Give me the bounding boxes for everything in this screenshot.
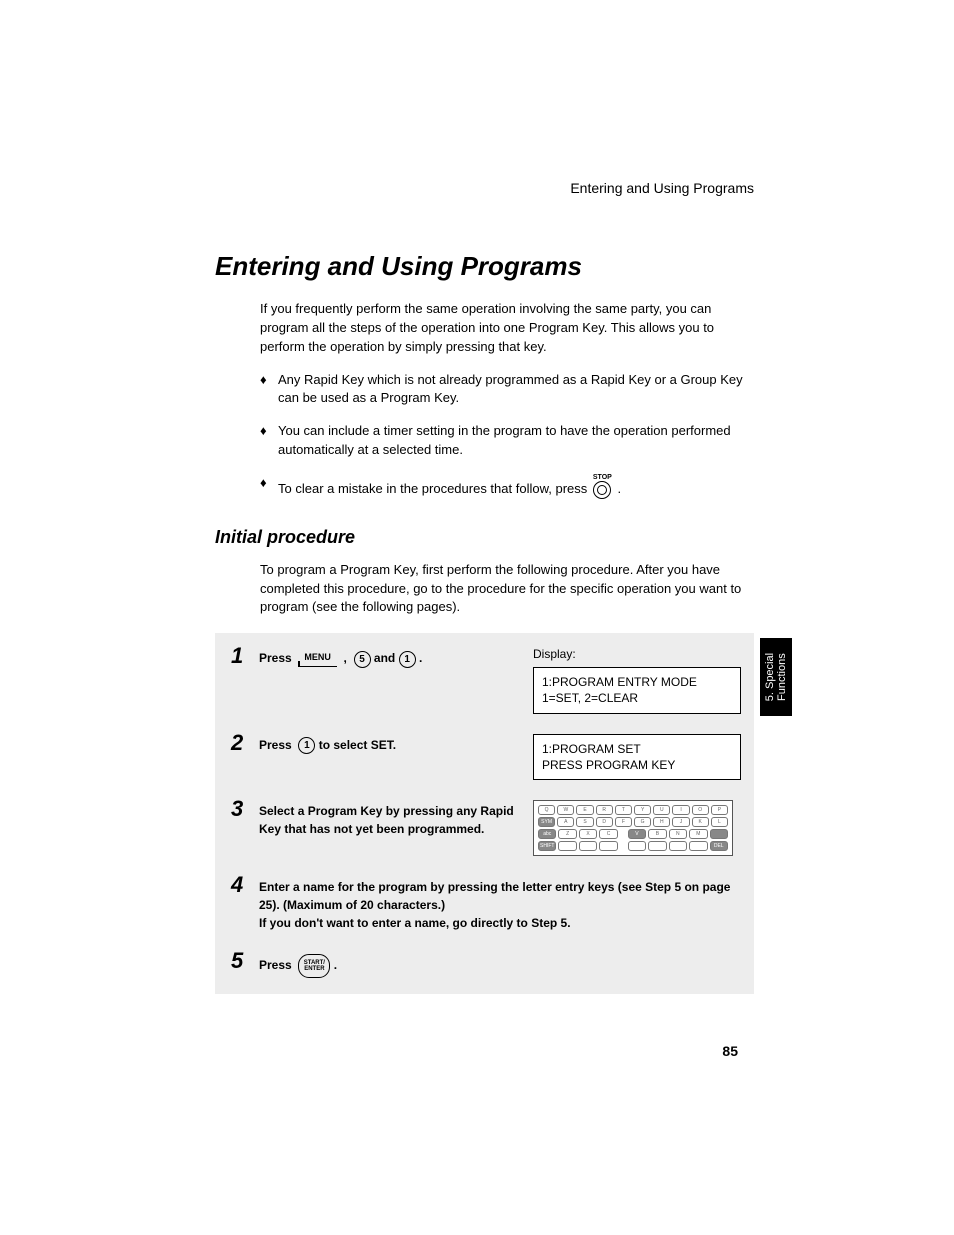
display-box: 1:PROGRAM ENTRY MODE 1=SET, 2=CLEAR — [533, 667, 741, 713]
menu-key-icon: MENU — [298, 651, 337, 667]
step-1: 1 Press MENU , 5 and 1 . Display: 1:PROG… — [231, 645, 738, 713]
step-body: Press MENU , 5 and 1 . — [259, 645, 533, 667]
rapid-key-keyboard-icon: QWERTYUIOP SYMASDFGHJKL abcZXCVBNM SHIFT… — [533, 800, 733, 856]
period: . — [419, 651, 422, 665]
step-display-area: Display: 1:PROGRAM ENTRY MODE 1=SET, 2=C… — [533, 645, 738, 713]
step-2: 2 Press 1 to select SET. 1:PROGRAM SET P… — [231, 732, 738, 780]
stop-key-icon: STOP — [593, 474, 612, 505]
side-tab-line1: 5. Special — [764, 653, 776, 701]
key-5-icon: 5 — [354, 651, 371, 668]
press-word: Press — [259, 738, 292, 752]
bullet-text-part: To clear a mistake in the procedures tha… — [278, 481, 587, 496]
bullet-text: You can include a timer setting in the p… — [278, 422, 754, 460]
intro-paragraph: If you frequently perform the same opera… — [260, 300, 754, 357]
press-word: Press — [259, 651, 292, 665]
bullet-list: ♦ Any Rapid Key which is not already pro… — [260, 371, 754, 505]
bullet-item: ♦ To clear a mistake in the procedures t… — [260, 474, 754, 505]
enter-key-line2: ENTER — [304, 966, 324, 972]
page-number: 85 — [722, 1043, 738, 1059]
step-body: Select a Program Key by pressing any Rap… — [259, 798, 533, 838]
step-number: 2 — [231, 732, 259, 754]
step-4: 4 Enter a name for the program by pressi… — [231, 874, 738, 932]
step-number: 3 — [231, 798, 259, 820]
chapter-side-tab: 5. Special Functions — [760, 638, 792, 716]
subheading-intro: To program a Program Key, first perform … — [260, 561, 754, 618]
step-3: 3 Select a Program Key by pressing any R… — [231, 798, 738, 856]
period: . — [617, 481, 621, 496]
subheading: Initial procedure — [215, 527, 754, 548]
step-number: 4 — [231, 874, 259, 896]
period: . — [334, 958, 337, 972]
step-number: 1 — [231, 645, 259, 667]
display-line: 1:PROGRAM ENTRY MODE — [542, 674, 732, 690]
bullet-text: Any Rapid Key which is not already progr… — [278, 371, 754, 409]
bullet-glyph: ♦ — [260, 371, 278, 409]
procedure-steps-box: 1 Press MENU , 5 and 1 . Display: 1:PROG… — [215, 633, 754, 994]
step-5: 5 Press START/ ENTER . — [231, 950, 738, 978]
step-body: Press 1 to select SET. — [259, 732, 533, 754]
separator: , — [344, 651, 347, 665]
step-body: Enter a name for the program by pressing… — [259, 874, 738, 932]
display-line: 1:PROGRAM SET — [542, 741, 732, 757]
rest-text: to select SET. — [319, 738, 396, 752]
display-label: Display: — [533, 647, 738, 661]
bullet-text: To clear a mistake in the procedures tha… — [278, 474, 754, 505]
stop-label: STOP — [593, 474, 612, 481]
bullet-item: ♦ You can include a timer setting in the… — [260, 422, 754, 460]
display-line: PRESS PROGRAM KEY — [542, 757, 732, 773]
bullet-glyph: ♦ — [260, 474, 278, 505]
step-body: Press START/ ENTER . — [259, 950, 738, 978]
step-display-area: 1:PROGRAM SET PRESS PROGRAM KEY — [533, 732, 738, 780]
bullet-glyph: ♦ — [260, 422, 278, 460]
step-line: If you don't want to enter a name, go di… — [259, 914, 738, 932]
and-word: and — [374, 651, 395, 665]
step-number: 5 — [231, 950, 259, 972]
press-word: Press — [259, 958, 292, 972]
stop-circle-icon — [593, 481, 611, 499]
section-title: Entering and Using Programs — [215, 251, 754, 282]
bullet-item: ♦ Any Rapid Key which is not already pro… — [260, 371, 754, 409]
side-tab-line2: Functions — [776, 653, 788, 701]
key-1-icon: 1 — [298, 737, 315, 754]
step-line: Enter a name for the program by pressing… — [259, 878, 738, 914]
step-illustration: QWERTYUIOP SYMASDFGHJKL abcZXCVBNM SHIFT… — [533, 798, 738, 856]
start-enter-key-icon: START/ ENTER — [298, 954, 330, 978]
display-line: 1=SET, 2=CLEAR — [542, 690, 732, 706]
running-header: Entering and Using Programs — [215, 180, 754, 196]
display-box: 1:PROGRAM SET PRESS PROGRAM KEY — [533, 734, 741, 780]
key-1-icon: 1 — [399, 651, 416, 668]
